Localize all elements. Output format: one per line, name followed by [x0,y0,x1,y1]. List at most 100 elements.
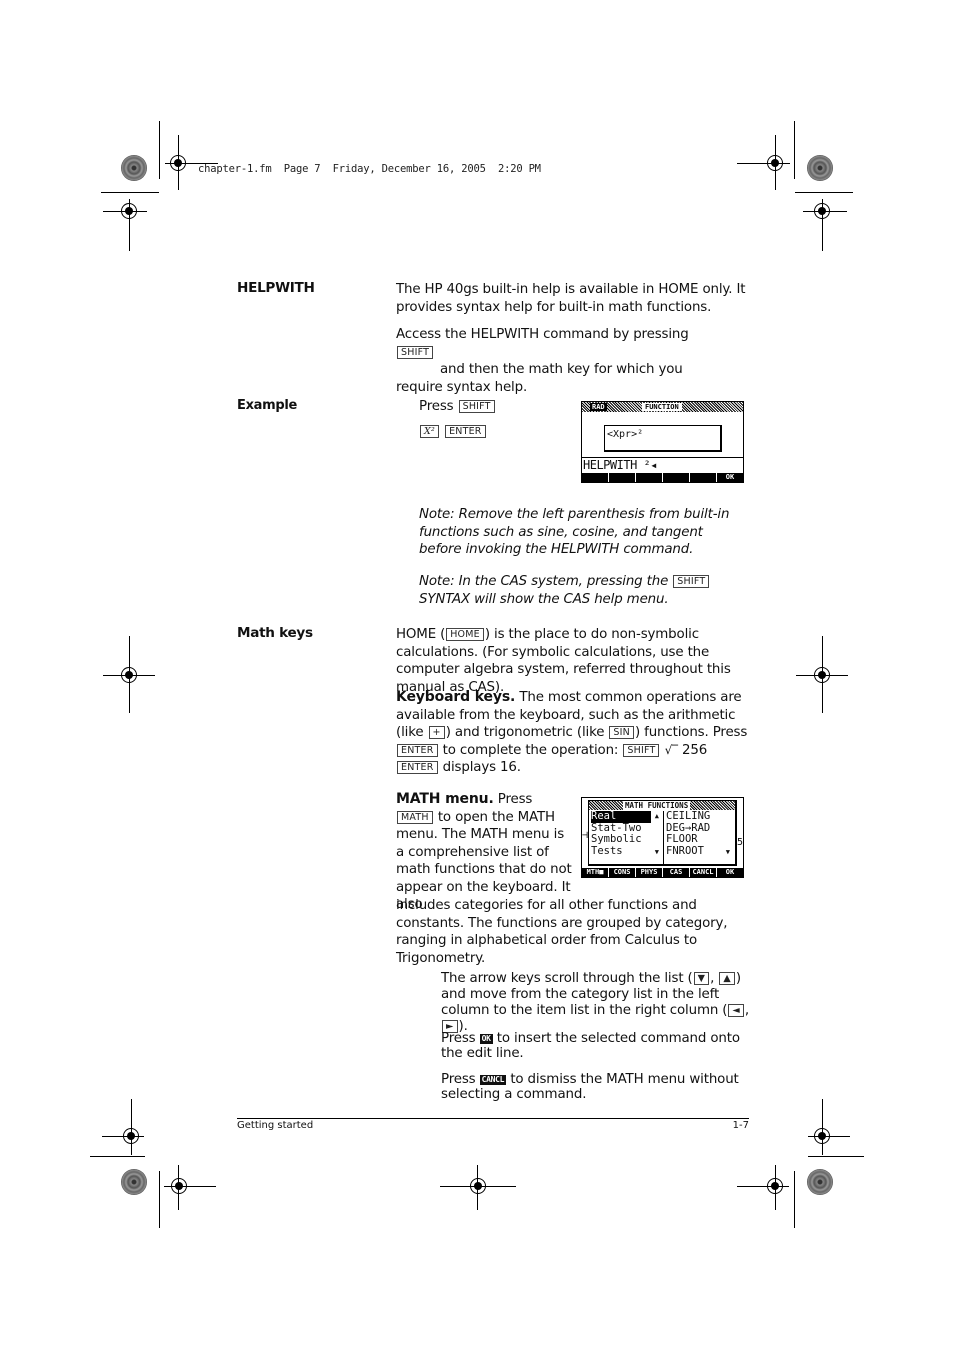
text: Note: In the CAS system, pressing the [419,574,669,589]
registration-mark-icon [814,203,830,219]
crop-line [808,1156,864,1157]
section-heading-math-keys: Math keys [237,625,313,641]
softkey-phys[interactable]: PHYS [635,868,662,877]
softkey-ok[interactable]: OK [716,868,743,877]
helpwith-paragraph-1: The HP 40gs built-in help is available i… [396,282,746,315]
text: Press [497,792,533,807]
cancel-softkey-icon: CANCL [479,1075,507,1085]
footer-chapter-title: Getting started [237,1120,314,1131]
registration-mark-icon [470,1178,486,1194]
screen-title: FUNCTION [642,403,682,411]
crop-line [159,1171,160,1228]
syntax-text: <Xpr>² [607,429,644,440]
footer-rule [237,1118,749,1119]
math-menu-paragraph: MATH menu. Press MATH to open the MATH m… [396,791,572,914]
arrow-keys-paragraph: The arrow keys scroll through the list (… [441,971,749,1034]
text: Access the HELPWITH command by pressing [396,327,689,342]
text: Press [441,1031,476,1046]
text: The arrow keys scroll through the list ( [441,971,693,986]
crop-line [794,1171,795,1228]
math-menu-paragraph-continued: includes categories for all other functi… [396,898,728,966]
ok-softkey-icon: OK [479,1034,493,1044]
number: 256 [682,742,708,758]
registration-mark-icon [121,667,137,683]
registration-mark-icon [767,155,783,171]
enter-key: ENTER [445,425,486,438]
shift-key: SHIFT [397,345,434,359]
print-header-slug: chapter-1.fm Page 7 Friday, December 16,… [198,163,541,175]
scroll-down-icon: ▼ [725,848,730,856]
color-rosette-icon [807,155,833,181]
crop-line [794,121,795,179]
footer-page-number: 1-7 [732,1120,749,1131]
category-label: Real [591,810,617,822]
color-rosette-icon [121,155,147,181]
arrow-left-key: ◄ [728,1004,744,1017]
keyboard-keys-title: Keyboard keys. [396,689,516,705]
text: Press [419,399,454,414]
shift-key: SHIFT [458,400,495,413]
text: ) functions. Press [634,725,748,740]
category-item[interactable]: Tests [591,845,661,858]
text: displays 16. [442,760,521,775]
math-keys-paragraph: HOME (HOME) is the place to do non-symbo… [396,626,752,696]
math-menu-title: MATH menu. [396,791,494,807]
registration-mark-icon [814,1128,830,1144]
scroll-down-icon: ▼ [654,848,659,856]
screen-right-marker: 5 [736,837,743,848]
softkey [635,473,662,482]
function-item[interactable]: FNROOT [666,845,732,858]
cancel-paragraph: Press CANCL to dismiss the MATH menu wit… [441,1072,751,1102]
softkey [689,473,716,482]
square-root-icon: √‾ [664,742,679,757]
shift-key: SHIFT [673,575,710,588]
softkey [662,473,689,482]
softkey-menu: OK [582,473,743,482]
softkey-mth[interactable]: MTH■ [582,868,608,877]
enter-key: ENTER [397,743,438,757]
text: and then the math key for which you requ… [396,362,683,395]
crop-line [90,1156,145,1157]
syntax-box: <Xpr>² [604,425,722,452]
text: to complete the operation: [442,742,619,758]
softkey-cons[interactable]: CONS [608,868,635,877]
helpwith-paragraph-2: Access the HELPWITH command by pressing … [396,326,726,396]
enter-key: ENTER [397,761,438,774]
category-item[interactable]: Symbolic [591,833,661,846]
softkey-cas[interactable]: CAS [662,868,689,877]
registration-mark-icon [170,155,186,171]
category-list: Real Stat-Two Symbolic Tests ▲ ▼ [591,810,661,858]
text: SYNTAX will show the CAS help menu. [419,591,669,607]
note-cas-syntax: Note: In the CAS system, pressing the SH… [419,573,754,608]
sin-key: SIN [609,726,634,739]
function-item[interactable]: FLOOR [666,833,732,846]
math-menu-box: MATH FUNCTIONS Real Stat-Two Symbolic Te… [588,800,737,866]
text: HOME ( [396,627,446,642]
item-list: CEILING DEG→RAD FLOOR FNROOT ▼ [666,810,732,858]
softkey [608,473,635,482]
math-key: MATH [397,810,433,824]
function-item[interactable]: CEILING [666,810,732,823]
plus-key: + [428,726,445,739]
color-rosette-icon [807,1169,833,1195]
softkey-cancel[interactable]: CANCL [689,868,716,877]
mode-indicator: RAD [590,403,607,411]
home-key: HOME [446,628,484,641]
category-item-selected[interactable]: Real [591,810,651,823]
text: Press [441,1072,476,1087]
color-rosette-icon [121,1169,147,1195]
crop-line [822,1099,823,1155]
softkey [582,473,608,482]
note-remove-parenthesis: Note: Remove the left parenthesis from b… [419,507,730,557]
example-keys-row: X² ENTER [419,423,487,441]
crop-line [795,192,853,193]
command-line: HELPWITH ²◂ [583,458,657,472]
ok-paragraph: Press OK to insert the selected command … [441,1031,751,1061]
calculator-screen-helpwith: RAD FUNCTION <Xpr>² HELPWITH ²◂ OK [581,401,744,483]
section-heading-example: Example [237,398,298,413]
column-divider [663,811,664,864]
menu-title: MATH FUNCTIONS [623,801,691,810]
section-heading-helpwith: HELPWITH [237,280,315,296]
arrow-up-key: ▲ [719,972,735,985]
registration-mark-icon [814,667,830,683]
